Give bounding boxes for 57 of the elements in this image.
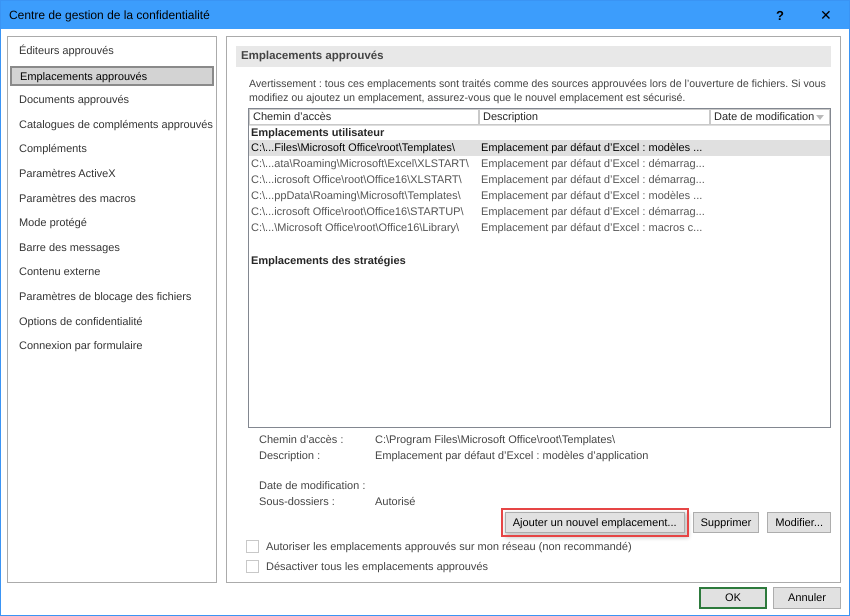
- window-title: Centre de gestion de la confidentialité: [9, 8, 211, 22]
- table-cell-text: C:\...\Microsoft Office\root\Office16\Library\: [250, 222, 460, 234]
- table-row[interactable]: C:\...ppData\Roaming\Microsoft\Templates\ Emplacement par défaut d’Excel : modèles ...: [249, 188, 830, 204]
- help-button[interactable]: ?: [757, 1, 803, 29]
- sidebar-item[interactable]: Paramètres des macros: [10, 188, 214, 209]
- sidebar-item[interactable]: Contenu externe: [10, 262, 214, 282]
- table-cell-text: C:\...ppData\Roaming\Microsoft\Templates\: [250, 190, 462, 202]
- detail-label: Sous-dossiers :: [259, 496, 336, 508]
- sidebar-item[interactable]: Emplacements approuvés: [10, 66, 214, 86]
- column-header[interactable]: Description: [479, 109, 710, 125]
- detail-value: Autorisé: [375, 496, 416, 508]
- dropdown-icon: [816, 114, 824, 120]
- sidebar-item[interactable]: Options de confidentialité: [10, 312, 214, 332]
- sidebar-item[interactable]: Barre des messages: [10, 238, 214, 258]
- sidebar-item[interactable]: Paramètres ActiveX: [10, 164, 214, 184]
- table-row[interactable]: C:\...Files\Microsoft Office\root\Templates\ Emplacement par défaut d’Excel : modèles ...: [249, 140, 830, 156]
- detail-label: Chemin d’accès :: [259, 434, 344, 446]
- table-row[interactable]: C:\...icrosoft Office\root\Office16\STARTUP\ Emplacement par défaut d’Excel : démarrag...: [249, 204, 830, 220]
- group-header: Emplacements utilisateur: [250, 126, 386, 140]
- detail-label: Date de modification :: [259, 480, 366, 492]
- warning-text: Avertissement : tous ces emplacements sont traités comme des sources approuvées lors de l’ouverture de fichiers. Si vous modifiez ou ajoutez un emplacement, assurez-vous que le nouvel emplacement est sécurisé.: [249, 77, 827, 105]
- sidebar-item[interactable]: Paramètres de blocage des fichiers: [10, 286, 214, 307]
- action-button[interactable]: Modifier...: [767, 512, 831, 533]
- checkbox[interactable]: [246, 540, 259, 553]
- close-button[interactable]: ✕: [803, 1, 849, 29]
- checkbox-label[interactable]: Désactiver tous les emplacements approuvés: [266, 560, 488, 572]
- sidebar-item[interactable]: Mode protégé: [10, 213, 214, 234]
- column-header[interactable]: Chemin d’accès: [249, 109, 479, 125]
- sidebar-item[interactable]: Éditeurs approuvés: [10, 41, 214, 61]
- dialog-button[interactable]: Annuler: [773, 587, 841, 609]
- table-cell-text: Emplacement par défaut d’Excel : modèles ...: [480, 190, 704, 202]
- table-cell-text: Emplacement par défaut d’Excel : démarrag...: [480, 206, 706, 218]
- table-cell-text: Emplacement par défaut d’Excel : modèles ...: [480, 142, 704, 154]
- section-header: Emplacements approuvés: [236, 46, 831, 67]
- detail-value: Emplacement par défaut d’Excel : modèles d’application: [375, 450, 648, 462]
- sidebar-item[interactable]: Compléments: [10, 139, 214, 160]
- table-row[interactable]: C:\...\Microsoft Office\root\Office16\Library\ Emplacement par défaut d’Excel : macros c...: [249, 220, 830, 236]
- table-cell-text: C:\...icrosoft Office\root\Office16\XLSTART\: [250, 174, 463, 186]
- action-button[interactable]: Supprimer: [692, 512, 760, 533]
- detail-value: C:\Program Files\Microsoft Office\root\Templates\: [375, 434, 616, 446]
- table-cell-text: Emplacement par défaut d’Excel : démarrag...: [480, 158, 706, 170]
- detail-label: Description :: [259, 450, 322, 462]
- sidebar-item[interactable]: Connexion par formulaire: [10, 336, 214, 356]
- table-cell-text: C:\...Files\Microsoft Office\root\Templates\: [250, 142, 456, 154]
- sidebar-item[interactable]: Catalogues de compléments approuvés: [10, 114, 214, 135]
- table-cell-text: Emplacement par défaut d’Excel : démarrag...: [480, 174, 706, 186]
- table-row[interactable]: C:\...ata\Roaming\Microsoft\Excel\XLSTART\ Emplacement par défaut d’Excel : démarrag...: [249, 156, 830, 172]
- dialog-button[interactable]: OK: [699, 587, 767, 609]
- table-cell-text: C:\...icrosoft Office\root\Office16\STARTUP\: [250, 206, 465, 218]
- checkbox[interactable]: [246, 560, 259, 573]
- table-cell-text: Emplacement par défaut d’Excel : macros c...: [480, 222, 704, 234]
- column-header[interactable]: Date de modification: [710, 109, 830, 125]
- sidebar-item[interactable]: Documents approuvés: [10, 90, 214, 110]
- checkbox-label[interactable]: Autoriser les emplacements approuvés sur mon réseau (non recommandé): [266, 540, 632, 552]
- group-header: Emplacements des stratégies: [250, 254, 407, 268]
- table-row[interactable]: C:\...icrosoft Office\root\Office16\XLSTART\ Emplacement par défaut d’Excel : démarrag...: [249, 172, 830, 188]
- table-cell-text: C:\...ata\Roaming\Microsoft\Excel\XLSTART\: [250, 158, 470, 170]
